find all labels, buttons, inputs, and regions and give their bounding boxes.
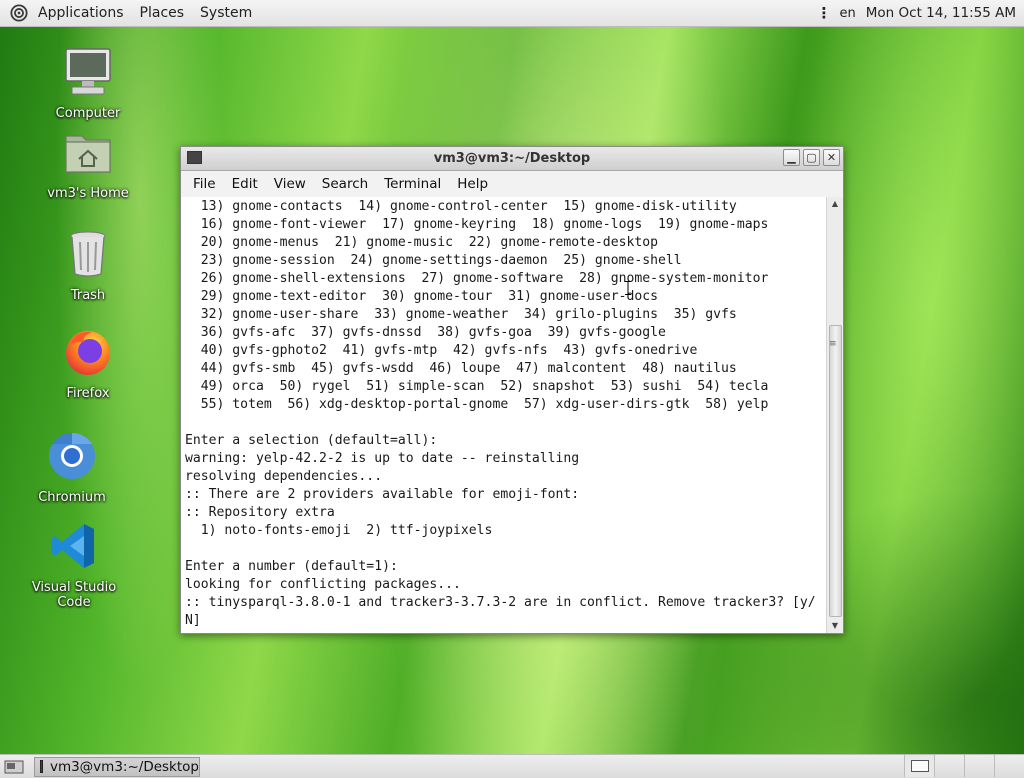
menu-edit[interactable]: Edit <box>224 176 266 192</box>
desktop-icon-trash[interactable]: Trash <box>33 228 143 303</box>
desktop-icon-label: vm3's Home <box>47 186 129 201</box>
menu-help[interactable]: Help <box>449 176 496 192</box>
chromium-icon <box>49 432 95 479</box>
show-desktop-icon <box>4 760 24 773</box>
more-vertical-icon[interactable]: ⋮ <box>817 4 832 22</box>
clock[interactable]: Mon Oct 14, 11:55 AM <box>866 5 1016 21</box>
scrollbar-thumb[interactable] <box>829 325 842 617</box>
distro-logo-icon[interactable] <box>10 4 28 22</box>
panel-status-area: ⋮ en Mon Oct 14, 11:55 AM <box>817 4 1024 22</box>
terminal-line: 23) gnome-session 24) gnome-settings-dae… <box>185 253 682 268</box>
vscode-icon <box>51 524 94 568</box>
terminal-line: resolving dependencies... <box>185 469 383 484</box>
window-title: vm3@vm3:~/Desktop <box>433 151 591 166</box>
top-panel: Applications Places System ⋮ en Mon Oct … <box>0 0 1024 27</box>
workspace-1[interactable] <box>904 755 934 777</box>
desktop-icon-label: Chromium <box>38 490 106 505</box>
terminal-line: :: There are 2 providers available for e… <box>185 487 580 502</box>
scroll-up-icon[interactable]: ▲ <box>827 197 843 211</box>
show-desktop-button[interactable] <box>3 758 25 776</box>
workspace-2[interactable] <box>934 755 964 777</box>
terminal-titlebar[interactable]: vm3@vm3:~/Desktop ▁ ▢ ✕ <box>181 147 843 171</box>
terminal-line: :: tinysparql-3.8.0-1 and tracker3-3.7.3… <box>185 595 816 610</box>
menu-file[interactable]: File <box>185 176 224 192</box>
terminal-line: 16) gnome-font-viewer 17) gnome-keyring … <box>185 217 769 232</box>
terminal-icon <box>187 151 202 164</box>
desktop-icon-vscode[interactable]: Visual Studio Code <box>14 520 134 610</box>
close-button[interactable]: ✕ <box>823 149 840 166</box>
panel-menu: Applications Places System <box>0 0 260 26</box>
text-cursor-icon <box>625 281 631 295</box>
terminal-line: warning: yelp-42.2-2 is up to date -- re… <box>185 451 580 466</box>
terminal-line: Enter a number (default=1): <box>185 559 398 574</box>
close-icon: ✕ <box>826 151 837 164</box>
taskbar-item-label: vm3@vm3:~/Desktop <box>49 758 199 775</box>
keyboard-language-indicator[interactable]: en <box>840 6 856 21</box>
menu-terminal[interactable]: Terminal <box>376 176 449 192</box>
desktop-icon-label: Visual Studio Code <box>31 580 117 610</box>
window-controls: ▁ ▢ ✕ <box>783 149 840 166</box>
terminal-icon <box>40 760 43 773</box>
terminal-line: 13) gnome-contacts 14) gnome-control-cen… <box>185 199 737 214</box>
terminal-output[interactable]: 13) gnome-contacts 14) gnome-control-cen… <box>185 198 825 633</box>
desktop-icon-computer[interactable]: Computer <box>33 46 143 121</box>
desktop-icon-home[interactable]: vm3's Home <box>33 126 143 201</box>
desktop-icon-label: Firefox <box>66 386 110 401</box>
terminal-line: :: Repository extra <box>185 505 335 520</box>
terminal-line: Enter a selection (default=all): <box>185 433 438 448</box>
terminal-line: 44) gvfs-smb 45) gvfs-wsdd 46) loupe 47)… <box>185 361 737 376</box>
terminal-line: 55) totem 56) xdg-desktop-portal-gnome 5… <box>185 397 769 412</box>
workspace-4[interactable] <box>994 755 1024 777</box>
desktop-icon-label: Computer <box>55 106 121 121</box>
desktop-icon-label: Trash <box>70 288 106 303</box>
taskbar-item-terminal[interactable]: vm3@vm3:~/Desktop <box>34 756 200 777</box>
places-menu[interactable]: Places <box>132 5 193 21</box>
terminal-line: 20) gnome-menus 21) gnome-music 22) gnom… <box>185 235 658 250</box>
terminal-line: 40) gvfs-gphoto2 41) gvfs-mtp 42) gvfs-n… <box>185 343 698 358</box>
system-menu[interactable]: System <box>192 5 260 21</box>
terminal-menubar: File Edit View Search Terminal Help <box>181 171 843 198</box>
terminal-line: 1) noto-fonts-emoji 2) ttf-joypixels <box>185 523 493 538</box>
computer-icon <box>65 48 111 95</box>
desktop-icon-chromium[interactable]: Chromium <box>17 430 127 505</box>
terminal-line: 49) orca 50) rygel 51) simple-scan 52) s… <box>185 379 769 394</box>
firefox-icon <box>66 331 110 375</box>
terminal-line: 36) gvfs-afc 37) gvfs-dnssd 38) gvfs-goa… <box>185 325 666 340</box>
terminal-line: N] <box>185 613 201 628</box>
maximize-button[interactable]: ▢ <box>803 149 820 166</box>
terminal-scrollbar[interactable]: ▲ ≡ ▼ <box>826 197 843 633</box>
terminal-line: 29) gnome-text-editor 30) gnome-tour 31)… <box>185 289 658 304</box>
workspace-preview-icon <box>910 760 929 772</box>
minimize-icon: ▁ <box>787 151 796 164</box>
workspace-switcher <box>904 755 1024 778</box>
terminal-window[interactable]: vm3@vm3:~/Desktop ▁ ▢ ✕ File Edit View S… <box>180 146 844 634</box>
terminal-line: looking for conflicting packages... <box>185 577 461 592</box>
grip-icon: ≡ <box>829 339 837 349</box>
maximize-icon: ▢ <box>806 151 817 164</box>
bottom-panel: vm3@vm3:~/Desktop <box>0 754 1024 778</box>
terminal-body[interactable]: 13) gnome-contacts 14) gnome-control-cen… <box>181 197 843 633</box>
minimize-button[interactable]: ▁ <box>783 149 800 166</box>
menu-search[interactable]: Search <box>314 176 376 192</box>
applications-menu[interactable]: Applications <box>30 5 132 21</box>
home-folder-icon <box>65 135 111 173</box>
terminal-line: 32) gnome-user-share 33) gnome-weather 3… <box>185 307 737 322</box>
workspace-3[interactable] <box>964 755 994 777</box>
desktop-icon-firefox[interactable]: Firefox <box>33 326 143 401</box>
terminal-line: 26) gnome-shell-extensions 27) gnome-sof… <box>185 271 769 286</box>
trash-icon <box>70 231 106 277</box>
menu-view[interactable]: View <box>266 176 314 192</box>
scroll-down-icon[interactable]: ▼ <box>827 619 843 633</box>
